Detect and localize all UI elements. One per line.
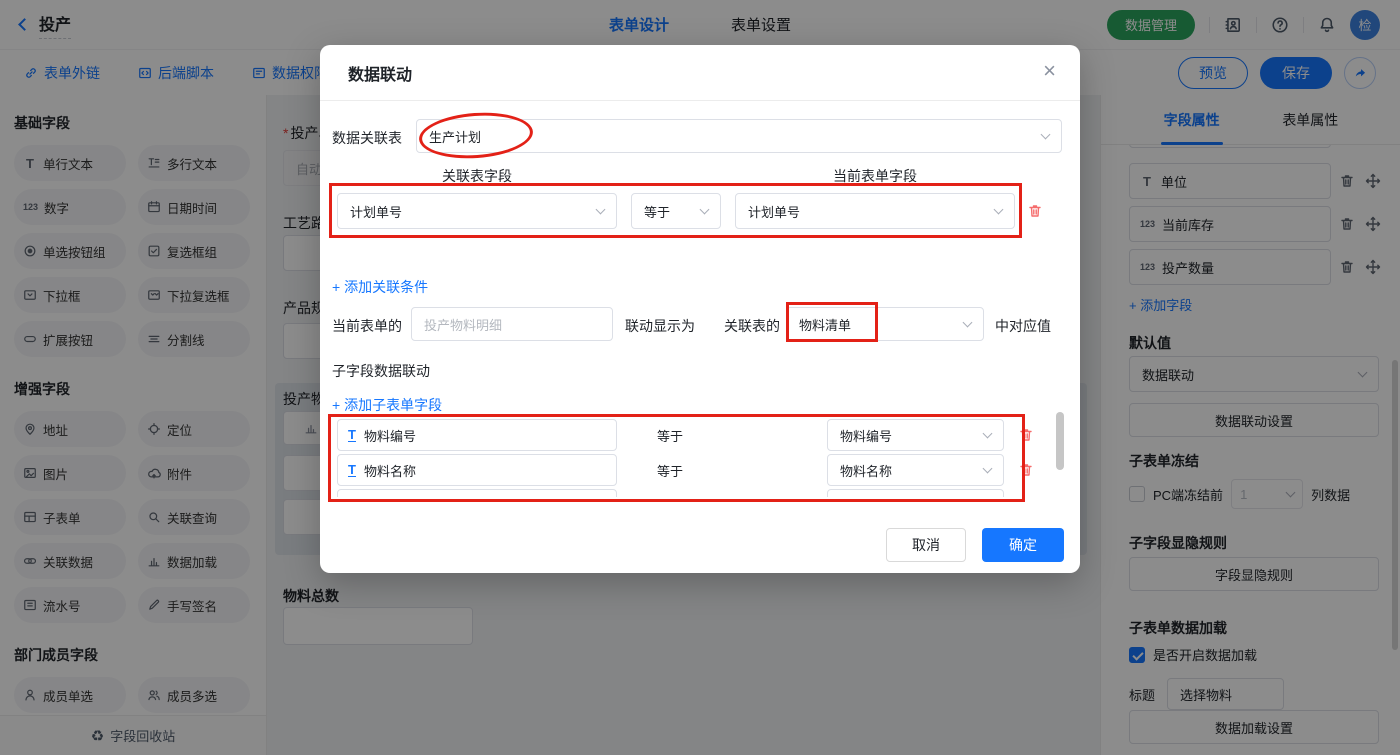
chevron-down-icon xyxy=(983,463,993,473)
chevron-down-icon xyxy=(700,204,710,214)
condition-right-select[interactable]: 计划单号 xyxy=(735,193,1015,229)
chevron-down-icon xyxy=(596,204,606,214)
current-form-input[interactable]: 投产物料明细 xyxy=(411,307,613,341)
column-header-left: 关联表字段 xyxy=(337,166,617,186)
condition-left-select[interactable]: 计划单号 xyxy=(337,193,617,229)
subfield-section-title: 子字段数据联动 xyxy=(332,361,430,381)
chevron-down-icon xyxy=(994,204,1004,214)
close-icon[interactable]: × xyxy=(1043,60,1056,82)
trash-icon[interactable] xyxy=(1027,203,1043,219)
column-header-right: 当前表单字段 xyxy=(735,166,1015,186)
related-field-select[interactable]: 物料清单 xyxy=(786,307,984,341)
text-icon: T xyxy=(348,428,356,443)
data-linkage-modal: 数据联动 × 数据关联表 生产计划 关联表字段 当前表单字段 计划单号 等于 计… xyxy=(320,45,1080,573)
subfield-field-box[interactable]: T物料编号 xyxy=(337,419,617,451)
relation-table-label: 数据关联表 xyxy=(332,128,402,148)
subfield-row-partial xyxy=(337,489,1049,497)
chevron-down-icon xyxy=(1041,129,1051,139)
chevron-down-icon xyxy=(983,428,993,438)
app-root: 投产 表单设计 表单设置 数据管理 检 表单外链 后端脚本 数据权限 xyxy=(0,0,1400,755)
operator-text: 等于 xyxy=(657,426,687,445)
modal-scrollbar[interactable] xyxy=(1056,412,1064,470)
add-subfield-link[interactable]: + 添加子表单字段 xyxy=(332,395,442,415)
condition-operator-select[interactable]: 等于 xyxy=(631,193,721,229)
trash-icon[interactable] xyxy=(1018,427,1034,443)
suffix-label: 中对应值 xyxy=(995,316,1051,336)
subfield-value-select[interactable]: 物料编号 xyxy=(827,419,1004,451)
subfield-field-box[interactable] xyxy=(337,489,617,497)
chevron-down-icon xyxy=(963,317,973,327)
subfield-rows: T物料编号 等于 物料编号 T物料名称 等于 物料名称 xyxy=(337,419,1049,497)
subfield-field-box[interactable]: T物料名称 xyxy=(337,454,617,486)
text-icon: T xyxy=(348,463,356,478)
modal-footer: 取消 确定 xyxy=(886,528,1064,562)
modal-header: 数据联动 xyxy=(320,45,1080,101)
add-condition-link[interactable]: + 添加关联条件 xyxy=(332,277,428,297)
trash-icon[interactable] xyxy=(1018,462,1034,478)
operator-text: 等于 xyxy=(657,461,687,480)
subfield-value-select[interactable]: 物料名称 xyxy=(827,454,1004,486)
cancel-button[interactable]: 取消 xyxy=(886,528,966,562)
confirm-button[interactable]: 确定 xyxy=(982,528,1064,562)
subfield-row: T物料编号 等于 物料编号 xyxy=(337,419,1049,451)
subfield-row: T物料名称 等于 物料名称 xyxy=(337,454,1049,486)
modal-title: 数据联动 xyxy=(348,61,412,85)
subfield-value-select[interactable] xyxy=(827,489,1004,497)
current-form-label: 当前表单的 xyxy=(332,316,402,336)
display-as-label: 联动显示为 xyxy=(625,316,695,336)
related-table-label: 关联表的 xyxy=(724,316,780,336)
relation-table-select[interactable]: 生产计划 xyxy=(416,119,1062,153)
